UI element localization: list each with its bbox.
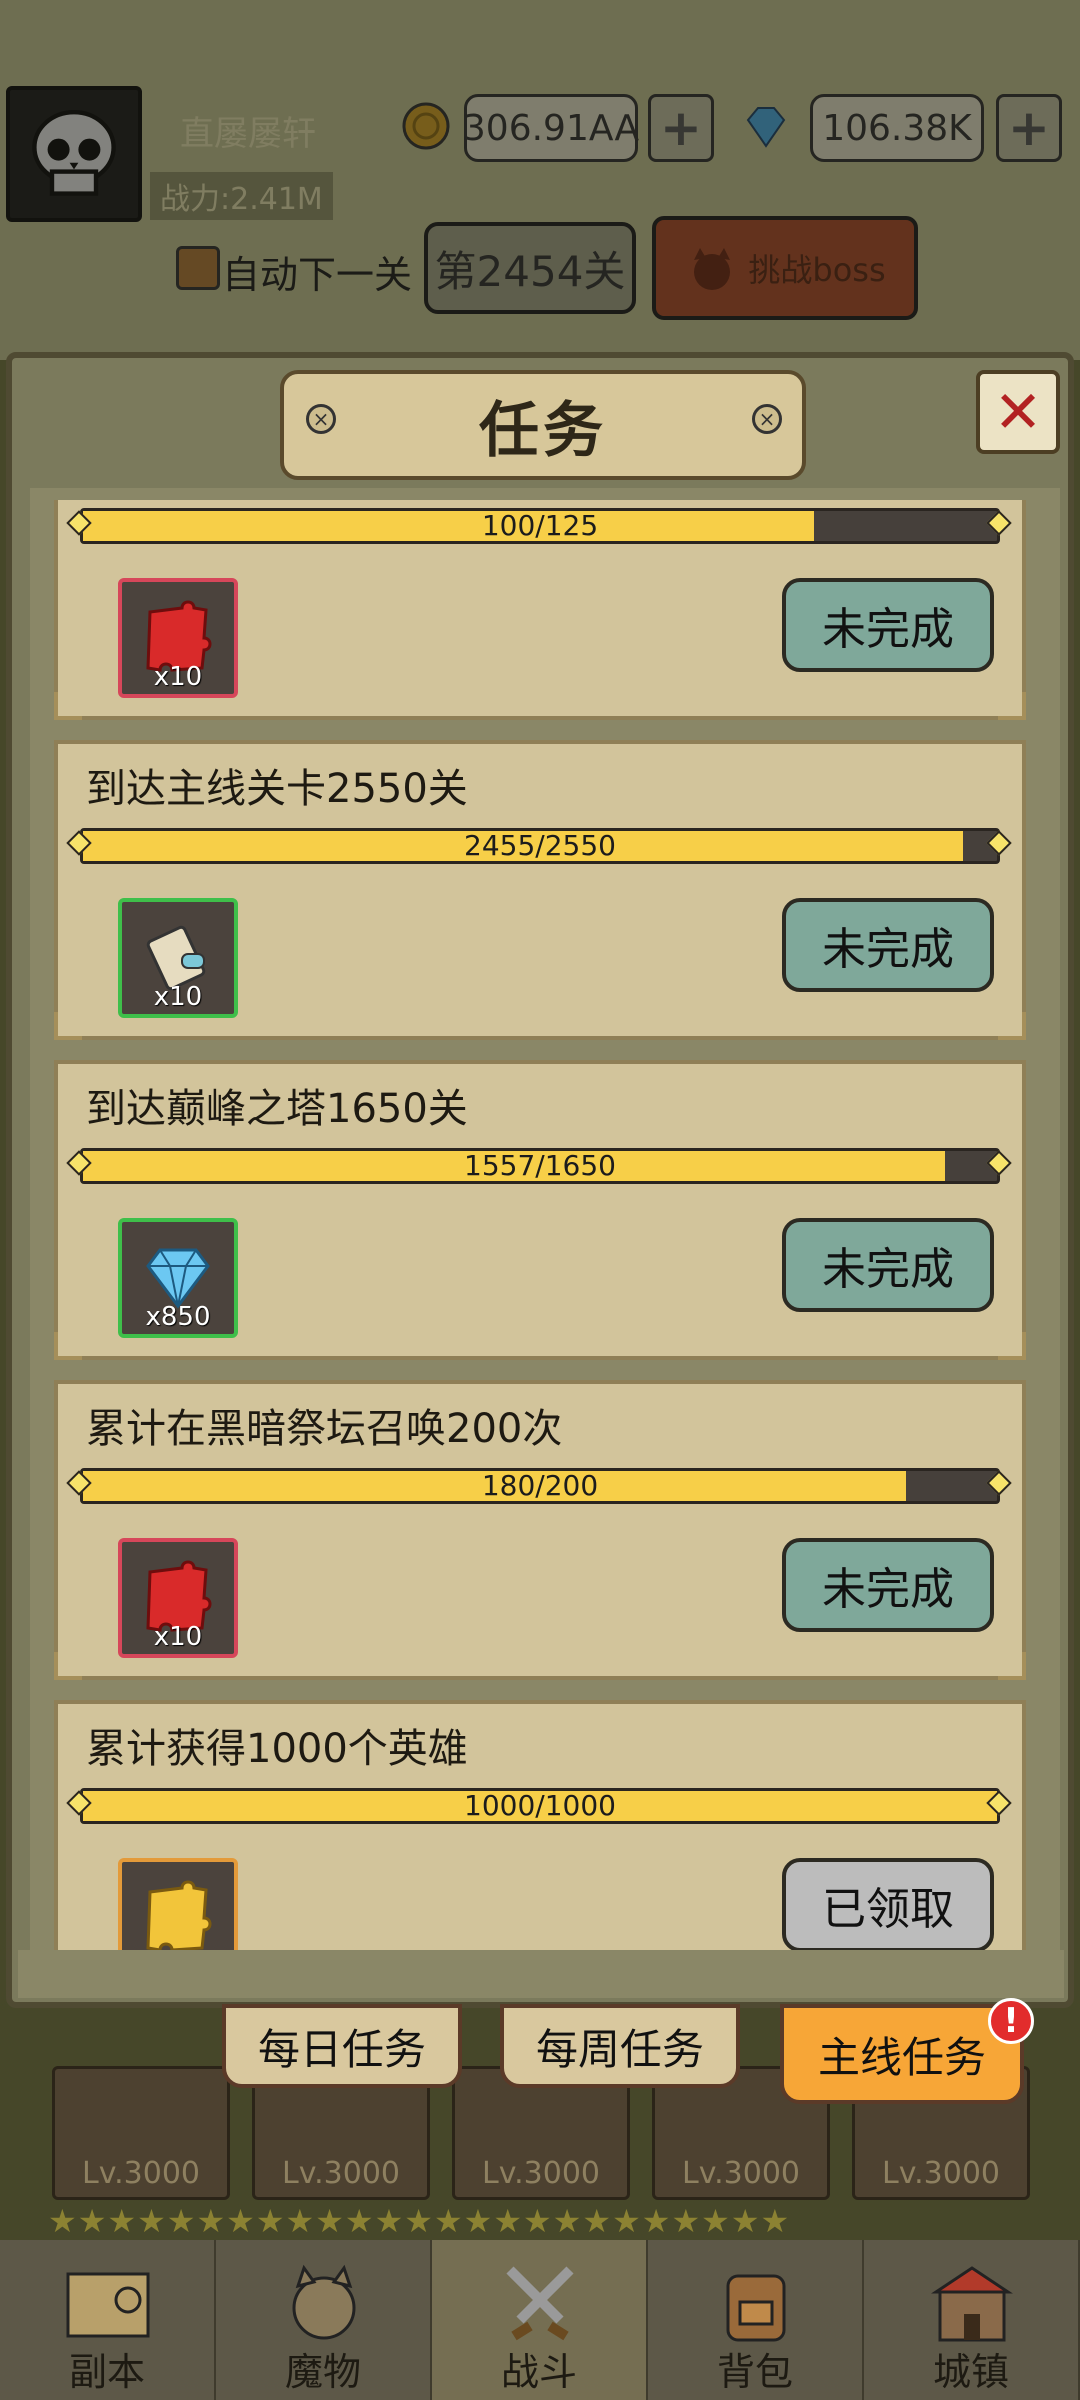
panel-footer bbox=[18, 1950, 1064, 1998]
nav-label: 战斗 bbox=[500, 2350, 577, 2394]
swords-icon bbox=[506, 2266, 574, 2341]
nav-label: 副本 bbox=[68, 2350, 145, 2394]
quest-title: 累计获得1000个英雄 bbox=[86, 1726, 468, 1772]
progress-text: 2455/2550 bbox=[464, 829, 616, 862]
gold-puzzle-icon bbox=[146, 1880, 212, 1950]
bolt-icon: × bbox=[752, 404, 782, 434]
progress-text: 180/200 bbox=[481, 1469, 599, 1502]
quest-title: 累计在黑暗祭坛召唤200次 bbox=[86, 1406, 563, 1452]
quest-status-button[interactable]: 已领取 bbox=[782, 1858, 994, 1950]
quest-status-button[interactable]: 未完成 bbox=[782, 1538, 994, 1632]
nav-label: 魔物 bbox=[284, 2350, 361, 2394]
reward-count: x850 bbox=[145, 1302, 211, 1332]
quest-status-button[interactable]: 未完成 bbox=[782, 1218, 994, 1312]
nav-battle[interactable]: 战斗 bbox=[432, 2240, 648, 2400]
quest-title: 到达巅峰之塔1650关 bbox=[86, 1086, 468, 1132]
bottom-navigation: 副本 魔物 战斗 背包 城镇 bbox=[0, 2240, 1080, 2400]
quest-status-button[interactable]: 未完成 bbox=[782, 898, 994, 992]
quest-card: 到达巅峰之塔1650关 1557/1650 x850 未完成 bbox=[54, 1060, 1026, 1360]
nav-town[interactable]: 城镇 bbox=[864, 2240, 1080, 2400]
quest-title: 到达主线关卡2550关 bbox=[86, 766, 468, 812]
tab-daily-quests[interactable]: 每日任务 bbox=[222, 2004, 462, 2088]
reward-item[interactable]: x10 bbox=[118, 578, 238, 698]
quest-progress-bar: 2455/2550 bbox=[80, 828, 1000, 864]
quest-card: 到达主线关卡2550关 2455/2550 x10 未完成 bbox=[54, 740, 1026, 1040]
hero-level: Lv.3000 bbox=[681, 2156, 801, 2191]
close-button[interactable]: ✕ bbox=[976, 370, 1060, 454]
reward-count: x10 bbox=[153, 662, 203, 692]
nav-dungeon[interactable]: 副本 bbox=[0, 2240, 216, 2400]
map-icon bbox=[66, 2272, 150, 2338]
nav-monsters[interactable]: 魔物 bbox=[216, 2240, 432, 2400]
nav-backpack[interactable]: 背包 bbox=[648, 2240, 864, 2400]
nav-label: 城镇 bbox=[932, 2350, 1009, 2394]
hero-level: Lv.3000 bbox=[281, 2156, 401, 2191]
tab-weekly-quests[interactable]: 每周任务 bbox=[500, 2004, 740, 2088]
quest-progress-bar: 1557/1650 bbox=[80, 1148, 1000, 1184]
monster-icon bbox=[292, 2264, 356, 2340]
quest-card: 累计在黑暗祭坛召唤200次 180/200 x10 未完成 bbox=[54, 1380, 1026, 1680]
reward-item[interactable]: x10 bbox=[118, 898, 238, 1018]
hero-level: Lv.3000 bbox=[81, 2156, 201, 2191]
progress-text: 1557/1650 bbox=[464, 1149, 616, 1182]
progress-text: 100/125 bbox=[481, 509, 599, 542]
reward-count: x10 bbox=[153, 1622, 203, 1652]
quest-progress-bar: 1000/1000 bbox=[80, 1788, 1000, 1824]
quest-progress-bar: 180/200 bbox=[80, 1468, 1000, 1504]
quest-list[interactable]: 100/125 x10 未完成 到达主线关卡2550关 2455/2550 x1… bbox=[54, 500, 1026, 1950]
reward-count: x10 bbox=[153, 982, 203, 1012]
quest-progress-bar: 100/125 bbox=[80, 508, 1000, 544]
quest-card: 累计获得1000个英雄 1000/1000 已领取 bbox=[54, 1700, 1026, 1950]
town-icon bbox=[931, 2266, 1013, 2342]
reward-item[interactable]: x850 bbox=[118, 1218, 238, 1338]
reward-item[interactable] bbox=[118, 1858, 238, 1950]
panel-title-plate: 任务 bbox=[280, 370, 806, 480]
quest-card: 100/125 x10 未完成 bbox=[54, 500, 1026, 720]
backpack-icon bbox=[726, 2274, 786, 2342]
nav-label: 背包 bbox=[716, 2350, 793, 2394]
hero-card[interactable]: Lv.3000 bbox=[52, 2066, 230, 2200]
progress-text: 1000/1000 bbox=[464, 1789, 616, 1822]
hero-level: Lv.3000 bbox=[481, 2156, 601, 2191]
notification-badge: ! bbox=[988, 1998, 1034, 2044]
hero-star-row: ★★★★★★★★★★★★★★★★★★★★★★★★★ bbox=[48, 2202, 791, 2240]
bolt-icon: × bbox=[306, 404, 336, 434]
quest-status-button[interactable]: 未完成 bbox=[782, 578, 994, 672]
panel-title: 任务 bbox=[479, 395, 607, 466]
hero-level: Lv.3000 bbox=[881, 2156, 1001, 2191]
reward-item[interactable]: x10 bbox=[118, 1538, 238, 1658]
